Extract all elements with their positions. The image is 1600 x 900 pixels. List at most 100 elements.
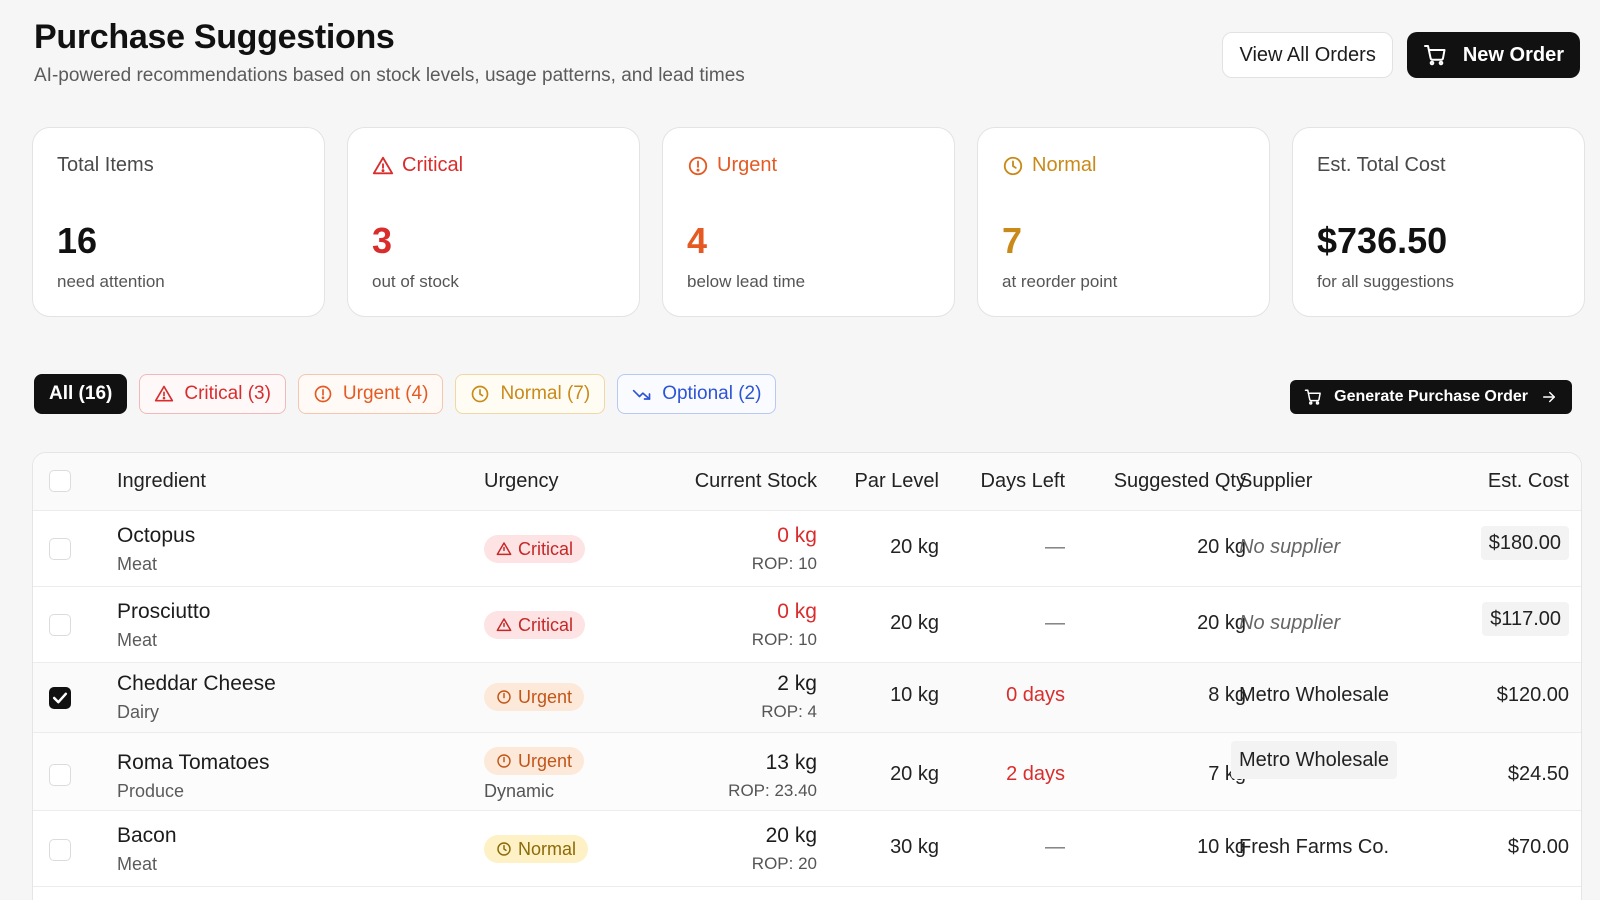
clock-icon bbox=[472, 385, 489, 403]
card-note: need attention bbox=[57, 272, 165, 291]
urgency-badge: Urgent bbox=[484, 683, 585, 711]
days-left-cell: 2 days bbox=[1006, 763, 1065, 785]
urgency-badge: Normal bbox=[484, 835, 589, 863]
row-checkbox[interactable] bbox=[49, 764, 71, 786]
card-note: out of stock bbox=[372, 272, 459, 291]
filter-label: Critical (3) bbox=[184, 383, 271, 404]
column-header-current-stock[interactable]: Current Stock bbox=[695, 470, 817, 493]
row-checkbox-checked[interactable] bbox=[49, 687, 71, 709]
new-order-button[interactable]: New Order bbox=[1406, 32, 1580, 78]
table-row[interactable]: Bacon Meat Normal 20 kg ROP: 20 30 kg — … bbox=[33, 811, 1581, 887]
ingredient-cell: Cheddar Cheese Dairy bbox=[117, 672, 276, 723]
table-row[interactable]: Cheddar Cheese Dairy Urgent 2 kg ROP: 4 … bbox=[33, 663, 1581, 733]
table-row[interactable]: Octopus Meat Critical 0 kg ROP: 10 20 kg… bbox=[33, 511, 1581, 587]
supplier-cell[interactable]: No supplier bbox=[1239, 612, 1340, 635]
column-header-est-cost[interactable]: Est. Cost bbox=[1488, 470, 1569, 493]
urgency-cell: Normal bbox=[484, 835, 589, 863]
column-header-urgency[interactable]: Urgency bbox=[484, 470, 558, 493]
urgency-cell: Urgent Dynamic bbox=[484, 747, 585, 802]
card-note: at reorder point bbox=[1002, 272, 1118, 291]
table-header-row: Ingredient Urgency Current Stock Par Lev… bbox=[33, 453, 1581, 511]
current-stock-cell: 0 kg ROP: 10 bbox=[752, 600, 817, 650]
ingredient-cell: Bacon Meat bbox=[117, 824, 177, 875]
card-note: below lead time bbox=[687, 272, 806, 291]
header-actions: View All Orders New Order bbox=[1222, 32, 1580, 78]
row-checkbox[interactable] bbox=[49, 839, 71, 861]
supplier-cell[interactable]: Fresh Farms Co. bbox=[1239, 836, 1389, 859]
ingredient-category: Produce bbox=[117, 781, 185, 801]
reorder-point: ROP: 10 bbox=[751, 554, 817, 573]
row-checkbox[interactable] bbox=[49, 538, 71, 560]
par-level-cell: 20 kg bbox=[890, 612, 939, 634]
checkmark-icon bbox=[52, 692, 68, 704]
stock-value: 0 kg bbox=[777, 600, 817, 623]
generate-purchase-order-button[interactable]: Generate Purchase Order bbox=[1290, 380, 1572, 414]
urgency-label: Critical bbox=[518, 614, 574, 635]
stat-card-normal: Normal 7 at reorder point bbox=[977, 127, 1270, 317]
reorder-point: ROP: 4 bbox=[761, 702, 817, 721]
clock-icon bbox=[1003, 156, 1023, 175]
stock-value: 2 kg bbox=[777, 672, 817, 695]
table-row[interactable]: Prosciutto Meat Critical 0 kg ROP: 10 20… bbox=[33, 587, 1581, 663]
par-level-cell: 30 kg bbox=[890, 836, 939, 858]
filter-all[interactable]: All (16) bbox=[34, 374, 128, 414]
generate-label: Generate Purchase Order bbox=[1334, 388, 1528, 405]
est-cost-value: $117.00 bbox=[1482, 602, 1569, 636]
current-stock-cell: 20 kg ROP: 20 bbox=[752, 824, 817, 874]
supplier-name: Metro Wholesale bbox=[1231, 741, 1398, 779]
clock-icon bbox=[497, 842, 511, 856]
column-header-supplier[interactable]: Supplier bbox=[1239, 470, 1312, 493]
filter-urgent[interactable]: Urgent (4) bbox=[297, 374, 444, 414]
warning-triangle-icon bbox=[496, 618, 512, 632]
supplier-cell[interactable]: Metro Wholesale bbox=[1239, 684, 1389, 707]
warning-triangle-icon bbox=[496, 542, 512, 556]
stat-card-critical: Critical 3 out of stock bbox=[347, 127, 640, 317]
ingredient-name: Octopus bbox=[117, 524, 196, 547]
stat-card-est-total-cost: Est. Total Cost $736.50 for all suggesti… bbox=[1292, 127, 1585, 317]
supplier-cell[interactable]: No supplier bbox=[1239, 536, 1340, 559]
current-stock-cell: 13 kg ROP: 23.40 bbox=[728, 751, 817, 801]
filter-critical[interactable]: Critical (3) bbox=[139, 374, 286, 414]
filter-optional[interactable]: Optional (2) bbox=[617, 374, 777, 414]
column-header-par-level[interactable]: Par Level bbox=[855, 470, 940, 493]
ingredient-category: Meat bbox=[117, 630, 158, 650]
table-row[interactable]: Roma Tomatoes Produce Urgent Dynamic 13 … bbox=[33, 733, 1581, 811]
alert-circle-icon bbox=[497, 690, 511, 704]
ingredient-name: Prosciutto bbox=[117, 600, 211, 623]
stock-value: 20 kg bbox=[765, 824, 817, 847]
column-header-ingredient[interactable]: Ingredient bbox=[117, 470, 206, 493]
ingredient-cell: Prosciutto Meat bbox=[117, 600, 210, 651]
column-header-suggested-qty[interactable]: Suggested Qty bbox=[1114, 470, 1246, 493]
alert-circle-icon bbox=[497, 754, 511, 768]
urgency-cell: Critical bbox=[484, 611, 586, 639]
ingredient-name: Bacon bbox=[117, 824, 177, 847]
days-left-cell: — bbox=[1045, 836, 1065, 858]
days-left-cell: 0 days bbox=[1006, 684, 1065, 706]
new-order-label: New Order bbox=[1462, 43, 1564, 66]
card-label-text: Critical bbox=[402, 154, 464, 176]
card-note: for all suggestions bbox=[1317, 272, 1455, 291]
card-value: 3 bbox=[372, 220, 393, 261]
filter-label: Normal (7) bbox=[500, 383, 591, 404]
filter-normal[interactable]: Normal (7) bbox=[455, 374, 606, 414]
card-value: 7 bbox=[1002, 220, 1023, 261]
card-value: 16 bbox=[57, 220, 98, 261]
card-label: Urgent bbox=[687, 154, 930, 177]
column-header-days-left[interactable]: Days Left bbox=[981, 470, 1065, 493]
ingredient-category: Dairy bbox=[117, 702, 160, 722]
select-all-checkbox[interactable] bbox=[49, 470, 71, 492]
urgency-cell: Critical bbox=[484, 535, 586, 563]
view-all-orders-button[interactable]: View All Orders bbox=[1222, 32, 1393, 78]
par-level-cell: 20 kg bbox=[890, 763, 939, 785]
stock-value: 0 kg bbox=[777, 524, 817, 547]
ingredient-category: Meat bbox=[117, 554, 158, 574]
est-cost-cell: $180.00 bbox=[1480, 526, 1569, 560]
ingredient-name: Roma Tomatoes bbox=[117, 751, 270, 774]
supplier-cell[interactable]: Metro Wholesale bbox=[1231, 741, 1398, 779]
ingredient-name: Cheddar Cheese bbox=[117, 672, 276, 695]
reorder-point: ROP: 20 bbox=[751, 854, 817, 873]
current-stock-cell: 2 kg ROP: 4 bbox=[761, 672, 817, 722]
urgency-badge: Urgent bbox=[484, 747, 585, 775]
row-checkbox[interactable] bbox=[49, 614, 71, 636]
card-label: Total Items bbox=[57, 154, 154, 176]
